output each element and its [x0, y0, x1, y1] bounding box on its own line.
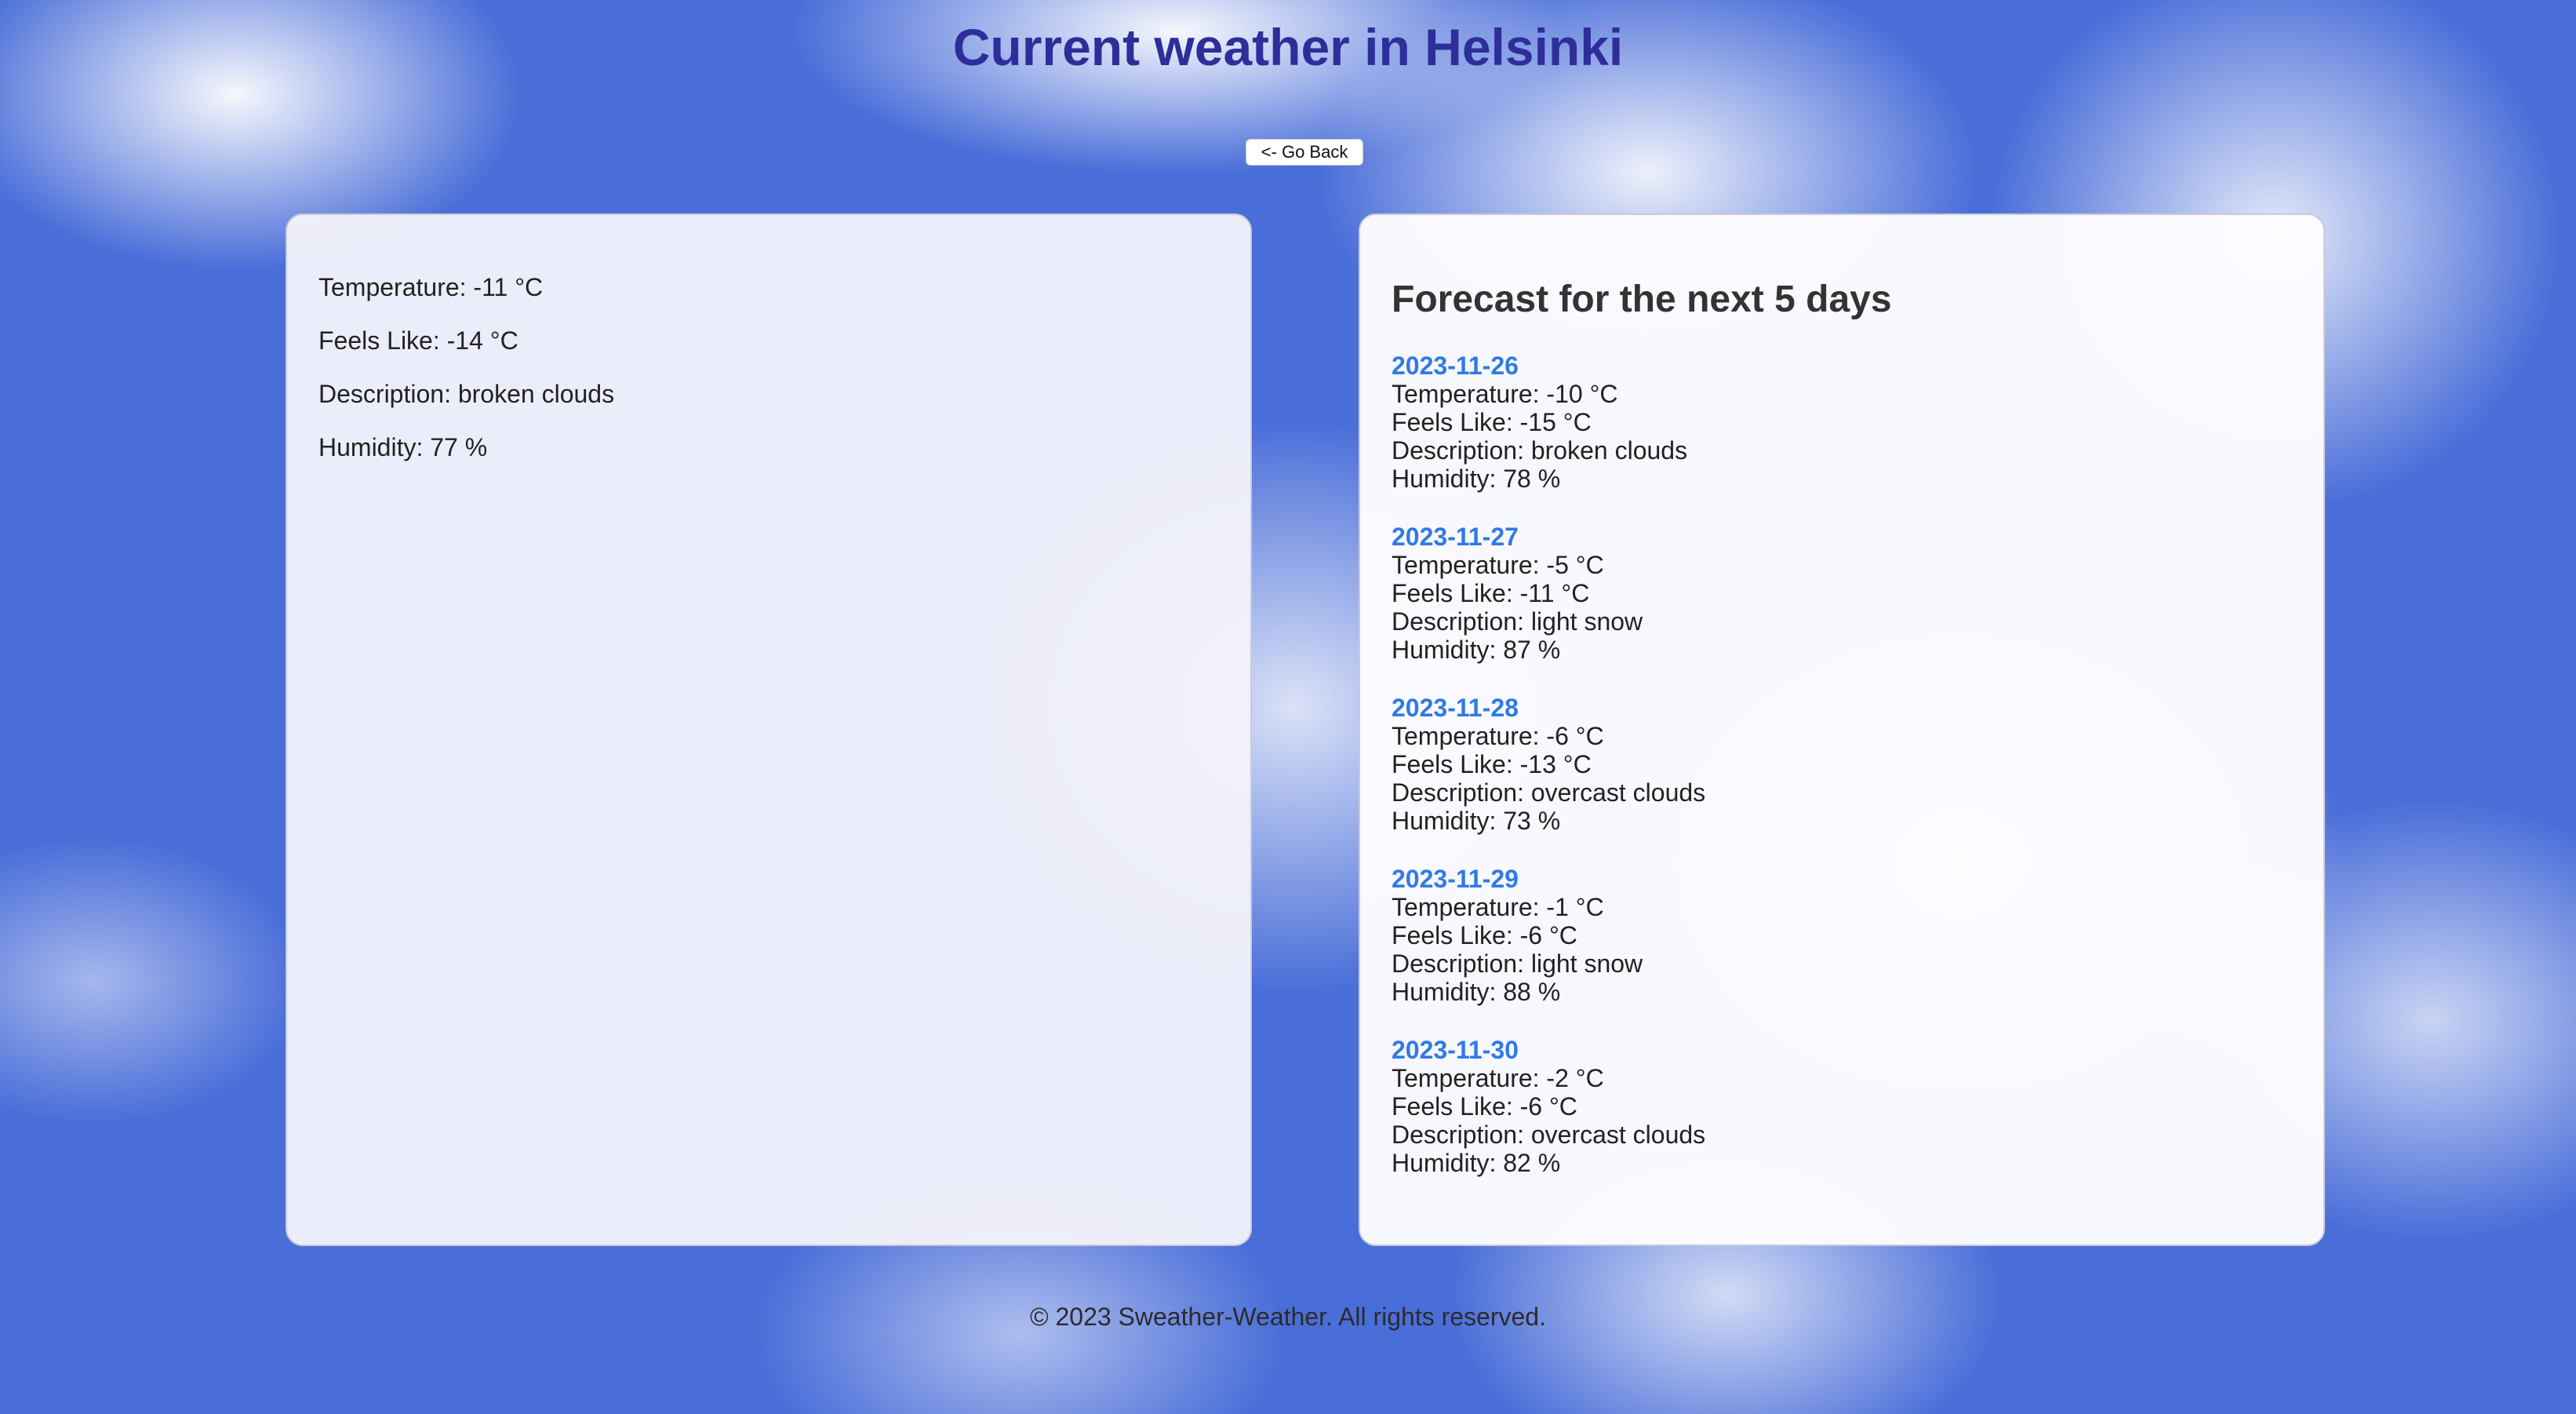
forecast-feels-like: Feels Like: -6 °C [1392, 921, 1577, 949]
forecast-card: Forecast for the next 5 days 2023-11-26 … [1359, 213, 2325, 1246]
forecast-day: 2023-11-30 Temperature: -2 °C Feels Like… [1392, 1036, 1705, 1177]
forecast-description: Description: light snow [1392, 607, 1643, 636]
forecast-day: 2023-11-26 Temperature: -10 °C Feels Lik… [1392, 352, 1705, 493]
forecast-description: Description: overcast clouds [1392, 778, 1706, 807]
forecast-feels-like: Feels Like: -15 °C [1392, 408, 1592, 436]
forecast-temperature: Temperature: -2 °C [1392, 1064, 1604, 1092]
forecast-temperature: Temperature: -6 °C [1392, 722, 1604, 750]
forecast-description: Description: light snow [1392, 949, 1643, 978]
footer-copyright: © 2023 Sweather-Weather. All rights rese… [1030, 1303, 1546, 1331]
forecast-feels-like: Feels Like: -13 °C [1392, 750, 1592, 778]
forecast-date: 2023-11-26 [1392, 352, 1519, 380]
forecast-feels-like: Feels Like: -6 °C [1392, 1092, 1577, 1121]
forecast-humidity: Humidity: 82 % [1392, 1149, 1561, 1177]
current-description: Description: broken clouds [318, 380, 615, 408]
forecast-date: 2023-11-27 [1392, 523, 1519, 551]
forecast-humidity: Humidity: 88 % [1392, 978, 1561, 1006]
forecast-temperature: Temperature: -1 °C [1392, 893, 1604, 921]
forecast-date: 2023-11-30 [1392, 1036, 1519, 1064]
forecast-description: Description: broken clouds [1392, 436, 1688, 465]
current-feels-like: Feels Like: -14 °C [318, 326, 518, 355]
forecast-day: 2023-11-29 Temperature: -1 °C Feels Like… [1392, 865, 1705, 1006]
current-temperature: Temperature: -11 °C [318, 273, 544, 301]
forecast-title: Forecast for the next 5 days [1392, 279, 1892, 320]
current-humidity: Humidity: 77 % [318, 433, 488, 461]
forecast-humidity: Humidity: 73 % [1392, 807, 1561, 835]
page-title: Current weather in Helsinki [952, 18, 1624, 76]
forecast-humidity: Humidity: 87 % [1392, 636, 1561, 664]
forecast-date: 2023-11-28 [1392, 694, 1519, 722]
forecast-day: 2023-11-27 Temperature: -5 °C Feels Like… [1392, 523, 1705, 664]
go-back-button[interactable]: <- Go Back [1246, 139, 1363, 166]
forecast-description: Description: overcast clouds [1392, 1121, 1706, 1149]
forecast-feels-like: Feels Like: -11 °C [1392, 579, 1590, 607]
forecast-day: 2023-11-28 Temperature: -6 °C Feels Like… [1392, 694, 1705, 835]
forecast-humidity: Humidity: 78 % [1392, 465, 1561, 493]
forecast-temperature: Temperature: -5 °C [1392, 551, 1604, 579]
forecast-list: 2023-11-26 Temperature: -10 °C Feels Lik… [1392, 352, 1705, 1207]
forecast-temperature: Temperature: -10 °C [1392, 380, 1618, 408]
forecast-date: 2023-11-29 [1392, 865, 1519, 893]
current-weather-card: Temperature: -11 °C Feels Like: -14 °C D… [286, 213, 1252, 1246]
